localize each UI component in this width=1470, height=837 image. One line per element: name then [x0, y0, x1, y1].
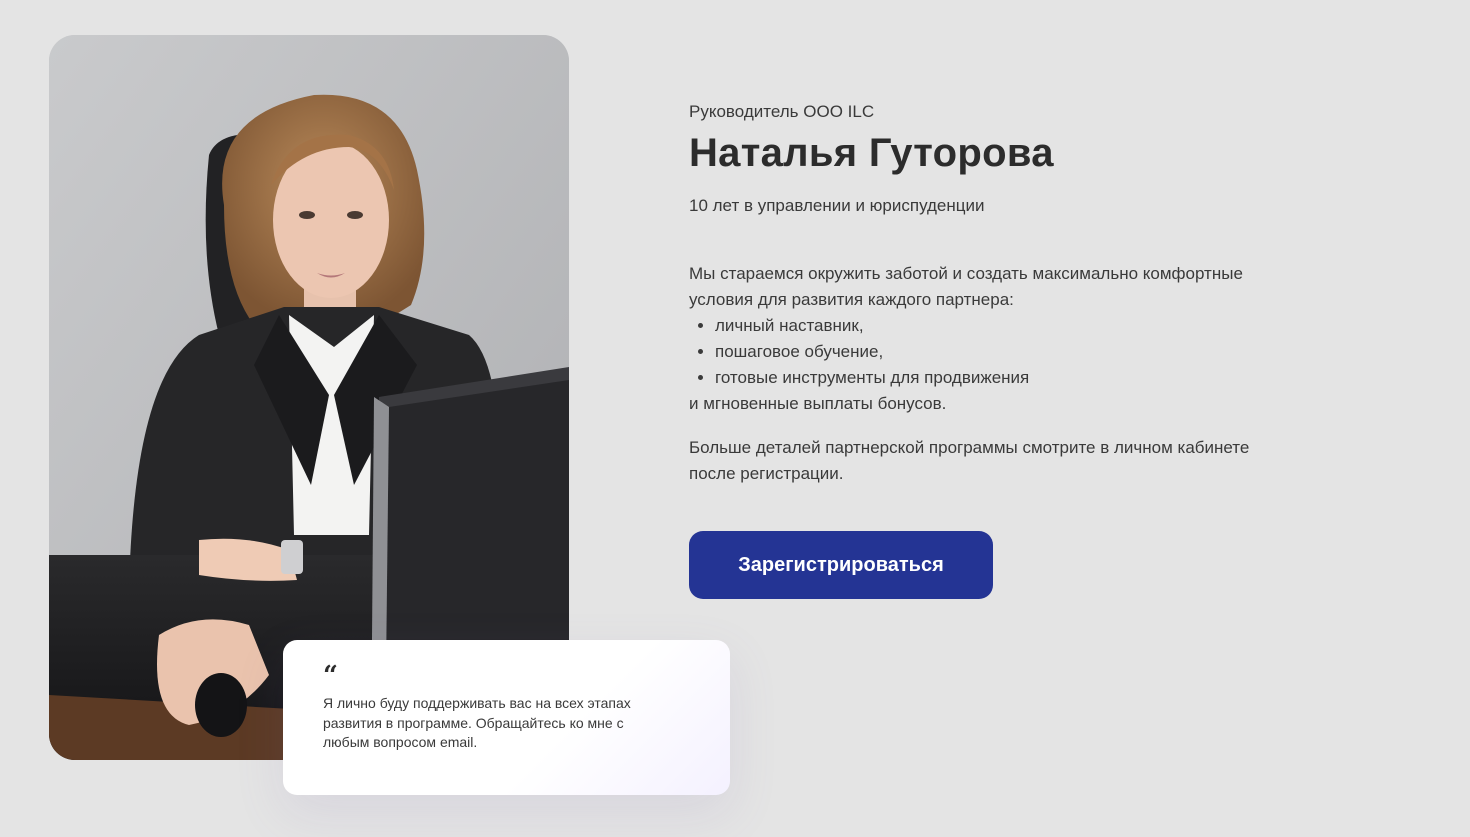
register-button[interactable]: Зарегистрироваться: [689, 531, 993, 599]
description-intro: Мы стараемся окружить заботой и создать …: [689, 264, 1243, 309]
program-details: Больше деталей партнерской программы смо…: [689, 438, 1250, 483]
description: Мы стараемся окружить заботой и создать …: [689, 261, 1289, 417]
quote-card: “ Я лично буду поддерживать вас на всех …: [283, 640, 730, 795]
list-item: готовые инструменты для продвижения: [715, 365, 1289, 391]
profile-experience: 10 лет в управлении и юриспуденции: [689, 196, 985, 215]
list-item: пошаговое обучение,: [715, 339, 1289, 365]
profile-info: Руководитель ООО ILC Наталья Гуторова 10…: [689, 100, 1289, 599]
profile-role: Руководитель ООО ILC: [689, 102, 875, 121]
quote-icon: “: [323, 661, 338, 691]
profile-name: Наталья Гуторова: [689, 131, 1054, 175]
description-outro: и мгновенные выплаты бонусов.: [689, 394, 947, 413]
benefits-list: личный наставник, пошаговое обучение, го…: [689, 313, 1289, 391]
quote-text: Я лично буду поддерживать вас на всех эт…: [323, 695, 631, 750]
list-item: личный наставник,: [715, 313, 1289, 339]
